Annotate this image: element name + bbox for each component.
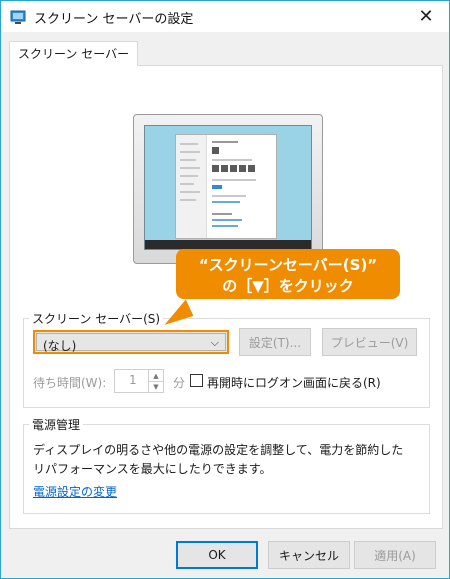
tab-screensaver[interactable]: スクリーン セーバー — [9, 41, 139, 66]
dialog-window: スクリーン セーバーの設定 ✕ スクリーン セーバー “スクリーンセーバー(S)… — [0, 0, 450, 579]
instruction-callout: “スクリーンセーバー(S)” の［▼］をクリック — [176, 249, 400, 299]
preview-screen — [144, 125, 312, 250]
wait-time-value: 1 — [129, 373, 137, 387]
callout-line-2: の［▼］をクリック — [222, 277, 354, 295]
wait-time-unit: 分 — [173, 376, 186, 390]
power-settings-link[interactable]: 電源設定の変更 — [33, 483, 117, 500]
screensaver-dropdown[interactable]: (なし) ⌵ — [33, 330, 229, 354]
power-group-legend: 電源管理 — [29, 416, 84, 433]
title-bar: スクリーン セーバーの設定 ✕ — [1, 1, 449, 32]
resume-logon-checkbox[interactable] — [190, 374, 203, 387]
apply-button[interactable]: 適用(A) — [354, 541, 436, 569]
stepper-down-icon[interactable]: ▼ — [148, 381, 163, 392]
settings-button[interactable]: 設定(T)... — [239, 328, 311, 356]
close-icon: ✕ — [418, 6, 434, 27]
screensaver-group-legend: スクリーン セーバー(S) — [29, 310, 164, 327]
ok-button[interactable]: OK — [176, 541, 258, 569]
wait-time-stepper[interactable]: 1 ▲ ▼ — [114, 369, 164, 393]
preview-sidebar — [176, 135, 207, 238]
close-button[interactable]: ✕ — [403, 1, 449, 32]
chevron-down-icon: ⌵ — [210, 336, 219, 349]
dropdown-selected-value: (なし) — [43, 339, 77, 353]
preview-button[interactable]: プレビュー(V) — [322, 328, 417, 356]
screensaver-app-icon — [10, 10, 26, 24]
power-description: ディスプレイの明るさや他の電源の設定を調整して、電力を節約したリパフォーマンスを… — [33, 443, 404, 476]
wait-time-label: 待ち時間(W): — [33, 376, 107, 390]
monitor-preview — [133, 114, 323, 264]
preview-settings-window — [175, 134, 277, 239]
resume-logon-label[interactable]: 再開時にログオン画面に戻る(R) — [207, 374, 381, 391]
preview-taskbar — [145, 240, 311, 249]
window-title: スクリーン セーバーの設定 — [34, 12, 194, 27]
cancel-button[interactable]: キャンセル — [268, 541, 350, 569]
callout-line-1: “スクリーンセーバー(S)” — [198, 256, 378, 274]
